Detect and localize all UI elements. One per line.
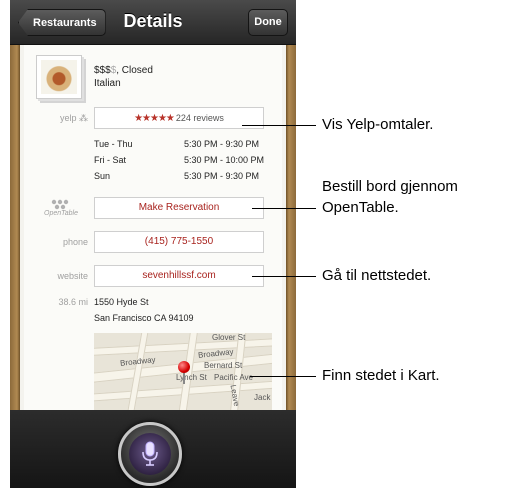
yelp-reviews-button[interactable]: ★★★★★ 224 reviews [94,107,264,129]
website-label: website [57,271,88,281]
website-link-button[interactable]: sevenhillssf.com [94,265,264,287]
street-label: Glover St [212,333,246,342]
map-pin-stem [183,372,185,384]
callout-line-map [250,376,316,377]
distance-label: 38.6 mi [58,297,88,307]
yelp-logo-text: yelp [59,113,77,123]
details-content: $$$$, Closed Italian yelp ⁂ ★★★★★ 224 rev… [10,45,296,410]
street-label: Bernard St [204,361,243,370]
map-pin-icon[interactable] [178,361,190,373]
callout-opentable-line2: OpenTable. [322,199,399,216]
review-count: 224 reviews [175,113,224,123]
yelp-label: yelp ⁂ [30,113,88,124]
siri-bottom-bar [10,410,296,488]
price-and-status: $$$$, Closed [94,65,153,76]
callout-website: Gå til nettstedet. [322,267,432,284]
make-reservation-button[interactable]: Make Reservation [94,197,264,219]
hours-time: 5:30 PM - 9:30 PM [184,171,260,181]
siri-microphone-button[interactable] [118,422,182,486]
opentable-logo: OpenTable [38,198,84,220]
callout-yelp: Vis Yelp-omtaler. [322,116,434,133]
hours-time: 5:30 PM - 9:30 PM [184,139,260,149]
hours-days: Tue - Thu [94,139,133,149]
map-preview[interactable]: Glover St Broadway Broadway Bernard St P… [94,333,272,410]
navigation-bar: Restaurants Details Done [10,0,296,45]
opening-hours: Tue - Thu 5:30 PM - 9:30 PM Fri - Sat 5:… [94,139,274,187]
hours-days: Fri - Sat [94,155,127,165]
hours-row: Sun 5:30 PM - 9:30 PM [94,171,274,187]
phone-screen: Restaurants Details Done $$$$, Closed It… [10,0,296,488]
hours-row: Tue - Thu 5:30 PM - 9:30 PM [94,139,274,155]
callout-line-website [252,276,316,277]
mic-button-inner [129,433,171,475]
hours-days: Sun [94,171,111,181]
microphone-icon [142,441,158,466]
restaurant-photo[interactable] [36,55,82,99]
street-label: Pacific Ave [214,373,253,382]
callout-line-opentable [252,208,316,209]
star-rating: ★★★★★ [134,113,175,124]
phone-label: phone [62,237,88,247]
yelp-burst-icon: ⁂ [79,113,88,123]
address-line-2[interactable]: San Francisco CA 94109 [94,313,194,323]
food-image [41,60,77,94]
street-label: Jack [254,393,271,402]
hours-time: 5:30 PM - 10:00 PM [184,155,265,165]
opentable-label: OpenTable [44,210,78,217]
callout-line-yelp [242,125,316,126]
details-card: $$$$, Closed Italian yelp ⁂ ★★★★★ 224 rev… [24,45,282,410]
callout-map: Finn stedet i Kart. [322,367,440,384]
done-button[interactable]: Done [248,9,288,36]
open-status: , Closed [116,65,153,76]
price-active: $$$ [94,65,111,76]
hours-row: Fri - Sat 5:30 PM - 10:00 PM [94,155,274,171]
address-line-1[interactable]: 1550 Hyde St [94,297,149,307]
callout-opentable-line1: Bestill bord gjennom [322,178,458,195]
cuisine: Italian [94,78,121,89]
phone-number-button[interactable]: (415) 775-1550 [94,231,264,253]
street-label: Lynch St [176,373,207,382]
